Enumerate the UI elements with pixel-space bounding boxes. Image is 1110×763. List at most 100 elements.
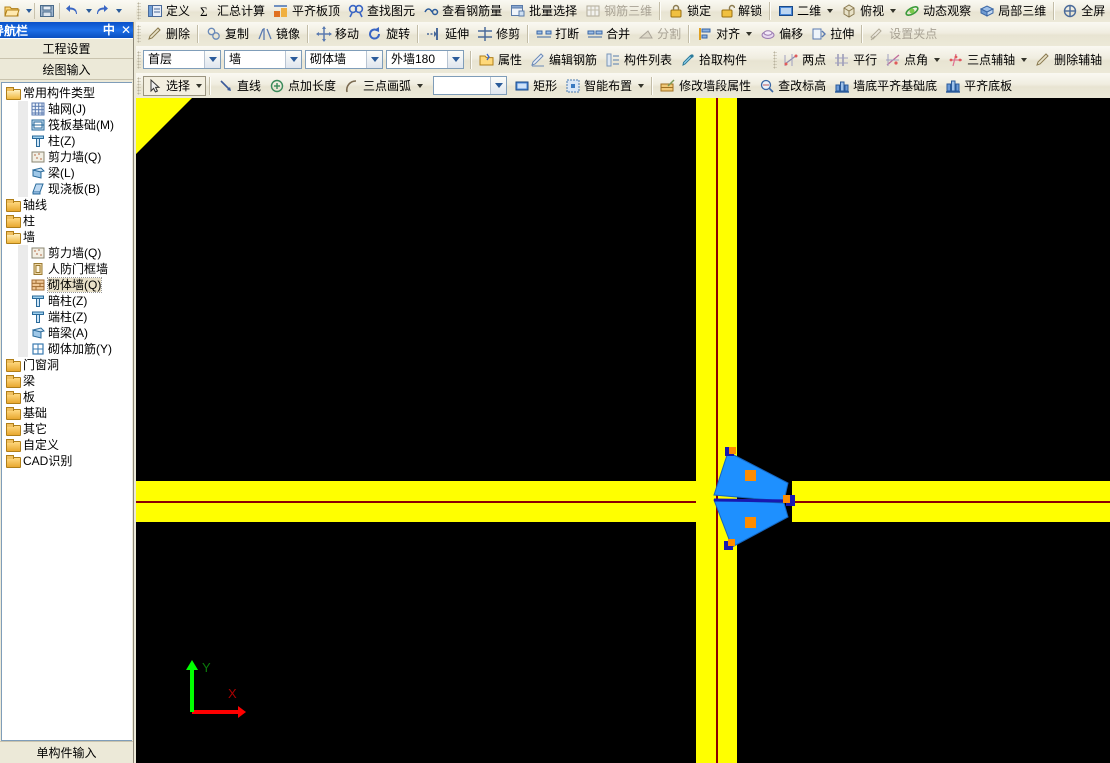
line-button[interactable]: 直线: [214, 76, 265, 96]
tree-item-2[interactable]: 筏板基础(M): [4, 117, 132, 133]
modify-wall-segment-button[interactable]: 修改墙段属性: [656, 76, 755, 96]
component-list-button[interactable]: 构件列表: [601, 50, 676, 70]
rotate-button[interactable]: 旋转: [363, 24, 414, 44]
nav-group-drawing-input[interactable]: 绘图输入: [0, 59, 133, 80]
define-button[interactable]: 定义: [143, 1, 194, 21]
find-element-button[interactable]: 查找图元: [344, 1, 419, 21]
component-tree-container[interactable]: 常用构件类型 轴网(J) 筏板基础(M) 柱(Z) 剪力墙(Q) 梁(L) 现浇板(B) 轴线…: [1, 82, 132, 741]
offset-button[interactable]: 偏移: [756, 24, 807, 44]
redo-icon[interactable]: [92, 1, 112, 21]
delete-button[interactable]: 删除: [143, 24, 194, 44]
smart-layout-button[interactable]: 智能布置: [561, 76, 648, 96]
three-point-arc-button[interactable]: 三点画弧: [340, 76, 427, 96]
chevron-down-icon[interactable]: [196, 83, 203, 88]
tree-item-19[interactable]: 板: [4, 389, 132, 405]
select-arrow-button[interactable]: 选择: [143, 75, 207, 96]
top-view-button[interactable]: 俯视: [837, 1, 900, 21]
break-button[interactable]: 打断: [532, 24, 583, 44]
save-icon[interactable]: [37, 1, 57, 21]
tree-item-14[interactable]: 端柱(Z): [4, 309, 132, 325]
selected-wall-elements[interactable]: [706, 443, 816, 558]
tree-item-13[interactable]: 暗柱(Z): [4, 293, 132, 309]
chevron-down-icon[interactable]: [890, 9, 897, 13]
toolbar-grip[interactable]: [137, 50, 141, 69]
tree-item-22[interactable]: 自定义: [4, 437, 132, 453]
align-button[interactable]: 对齐: [693, 24, 756, 44]
wall-bottom-align-button[interactable]: 墙底平齐基础底: [830, 76, 941, 96]
open-dropdown-caret[interactable]: [22, 1, 32, 21]
tree-item-9[interactable]: 墙: [4, 229, 132, 245]
trim-button[interactable]: 修剪: [473, 24, 524, 44]
tree-item-21[interactable]: 其它: [4, 421, 132, 437]
point-angle-button[interactable]: 点角: [881, 50, 944, 70]
tree-item-15[interactable]: 暗梁(A): [4, 325, 132, 341]
undo-icon[interactable]: [62, 1, 82, 21]
tree-item-1[interactable]: 轴网(J): [4, 101, 132, 117]
parallel-button[interactable]: 平行: [830, 50, 881, 70]
drawing-canvas[interactable]: X Y: [136, 98, 1110, 763]
chevron-down-icon[interactable]: [285, 51, 301, 68]
close-icon[interactable]: ✕: [121, 22, 131, 38]
stretch-button[interactable]: 拉伸: [807, 24, 858, 44]
batch-select-button[interactable]: 批量选择: [506, 1, 581, 21]
two-point-button[interactable]: 两点: [779, 50, 830, 70]
toolbar-grip[interactable]: [137, 2, 141, 20]
nav-group-project-settings[interactable]: 工程设置: [0, 38, 133, 59]
view-rebar-qty-button[interactable]: 查看钢筋量: [419, 1, 506, 21]
delete-aux-axis-button[interactable]: 删除辅轴: [1031, 50, 1106, 70]
pin-icon[interactable]: 中: [103, 22, 115, 38]
chevron-down-icon[interactable]: [827, 9, 834, 13]
copy-button[interactable]: 复制: [202, 24, 253, 44]
tree-item-3[interactable]: 柱(Z): [4, 133, 132, 149]
arc-mode-combo[interactable]: [433, 76, 508, 95]
tree-item-20[interactable]: 基础: [4, 405, 132, 421]
dynamic-observe-button[interactable]: 动态观察: [900, 1, 975, 21]
tree-item-17[interactable]: 门窗洞: [4, 357, 132, 373]
open-icon[interactable]: [2, 1, 22, 21]
tree-item-8[interactable]: 柱: [4, 213, 132, 229]
tree-item-23[interactable]: CAD识别: [4, 453, 132, 469]
align-bottom-slab-button[interactable]: 平齐底板: [941, 76, 1016, 96]
mirror-button[interactable]: 镜像: [253, 24, 304, 44]
chevron-down-icon[interactable]: [1021, 57, 1028, 62]
extend-button[interactable]: 延伸: [422, 24, 473, 44]
tree-item-7[interactable]: 轴线: [4, 197, 132, 213]
tree-item-5[interactable]: 梁(L): [4, 165, 132, 181]
toolbar-grip[interactable]: [137, 76, 141, 95]
move-button[interactable]: 移动: [312, 24, 363, 44]
chevron-down-icon[interactable]: [638, 83, 645, 88]
chevron-down-icon[interactable]: [204, 51, 220, 68]
local-3d-button[interactable]: 局部三维: [975, 1, 1050, 21]
chevron-down-icon[interactable]: [366, 51, 382, 68]
wall-type-combo[interactable]: 砌体墙: [305, 50, 383, 69]
merge-button[interactable]: 合并: [583, 24, 634, 44]
edit-rebar-button[interactable]: 编辑钢筋: [526, 50, 601, 70]
tree-item-4[interactable]: 剪力墙(Q): [4, 149, 132, 165]
check-elevation-button[interactable]: 查改标高: [755, 76, 830, 96]
unlock-button[interactable]: 解锁: [715, 1, 766, 21]
2d-button[interactable]: 二维: [774, 1, 837, 21]
sigma-button[interactable]: Σ 汇总计算: [194, 1, 269, 21]
tree-item-18[interactable]: 梁: [4, 373, 132, 389]
properties-button[interactable]: 属性: [475, 50, 526, 70]
chevron-down-icon[interactable]: [447, 51, 463, 68]
redo-dropdown-caret[interactable]: [112, 1, 122, 21]
tree-item-6[interactable]: 现浇板(B): [4, 181, 132, 197]
tree-item-11[interactable]: 人防门框墙: [4, 261, 132, 277]
chevron-down-icon[interactable]: [934, 57, 941, 62]
chevron-down-icon[interactable]: [490, 77, 507, 94]
rectangle-button[interactable]: 矩形: [510, 76, 561, 96]
align-slab-top-button[interactable]: 平齐板顶: [269, 1, 344, 21]
toolbar-grip[interactable]: [137, 25, 141, 43]
tree-item-10[interactable]: 剪力墙(Q): [4, 245, 132, 261]
nav-footer-single-component-input[interactable]: 单构件输入: [0, 741, 133, 763]
tree-item-0[interactable]: 常用构件类型: [4, 85, 132, 101]
tree-item-16[interactable]: 砌体加筋(Y): [4, 341, 132, 357]
point-plus-length-button[interactable]: 点加长度: [265, 76, 340, 96]
component-combo[interactable]: 外墙180: [386, 50, 464, 69]
toolbar-grip[interactable]: [773, 50, 778, 69]
undo-dropdown-caret[interactable]: [82, 1, 92, 21]
floor-combo[interactable]: 首层: [143, 50, 221, 69]
category-combo[interactable]: 墙: [224, 50, 302, 69]
chevron-down-icon[interactable]: [417, 83, 424, 88]
